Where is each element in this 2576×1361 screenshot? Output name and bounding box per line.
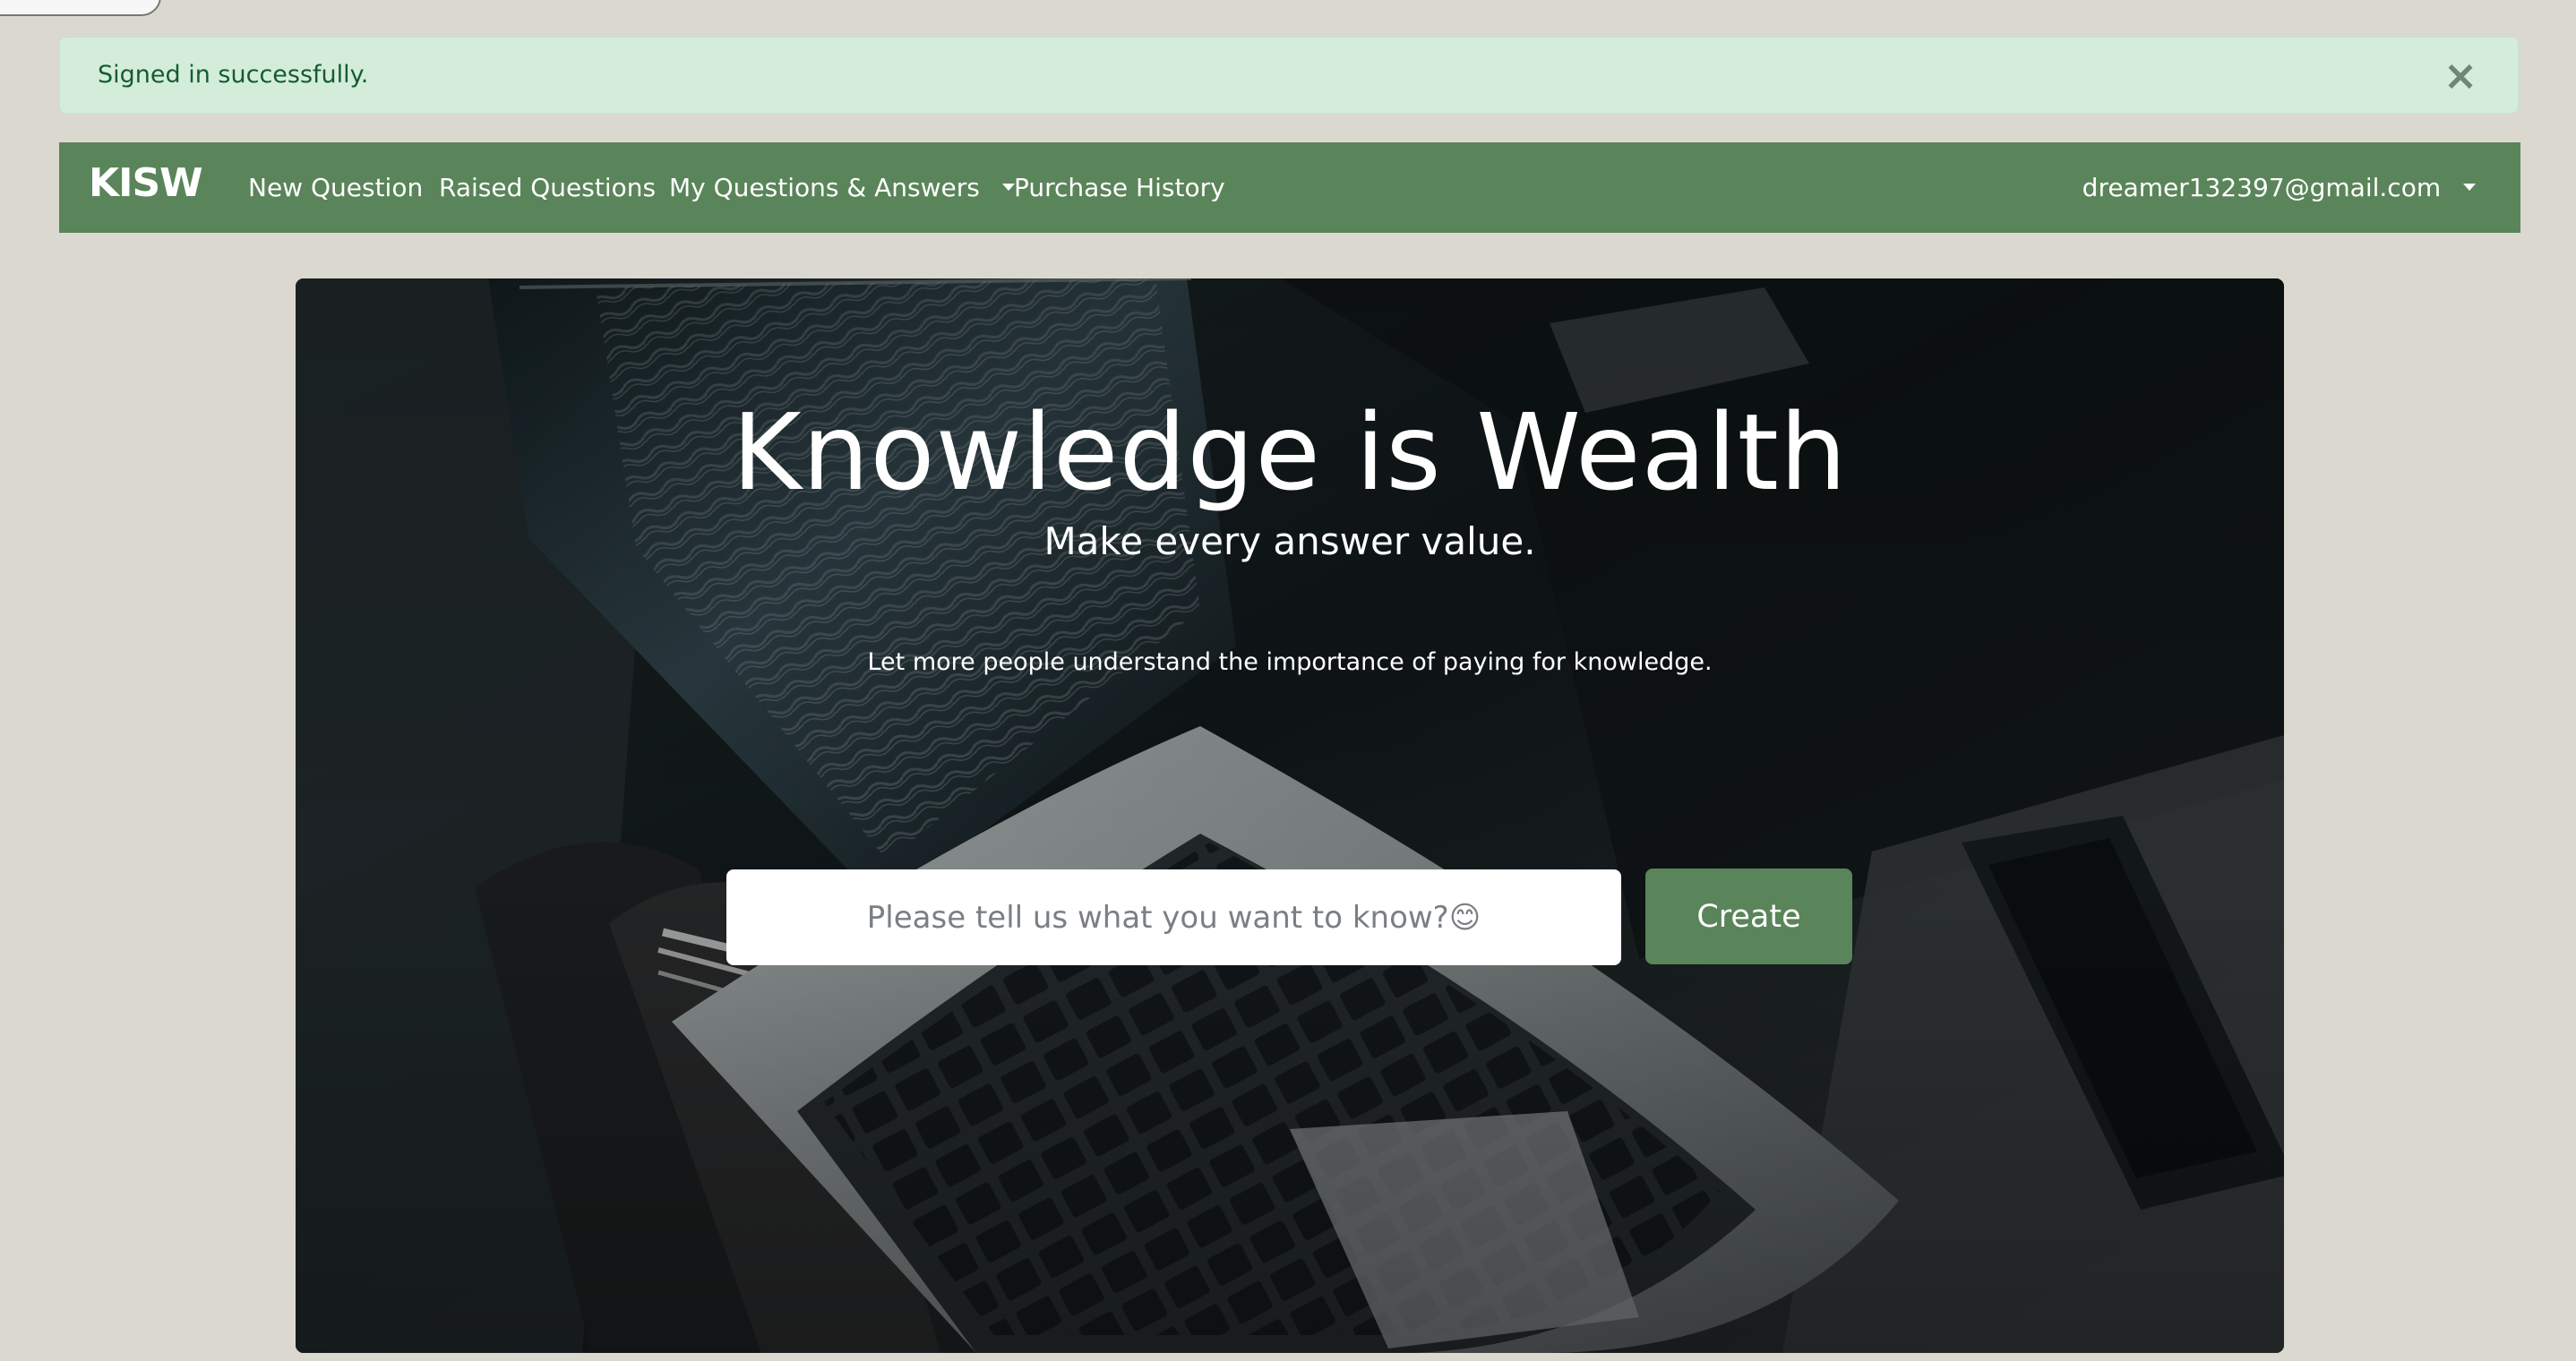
hero-title: Knowledge is Wealth: [732, 390, 1848, 514]
user-account-dropdown[interactable]: dreamer132397@gmail.com: [2082, 173, 2476, 202]
chevron-down-icon: [2463, 184, 2476, 191]
hero-subtitle: Make every answer value.: [1043, 519, 1536, 563]
chevron-down-icon: [1001, 184, 1015, 191]
alert-message: Signed in successfully.: [98, 61, 369, 89]
question-input[interactable]: [726, 869, 1621, 965]
top-left-window-fragment: [0, 0, 161, 16]
nav-new-question[interactable]: New Question: [248, 173, 423, 202]
brand-logo[interactable]: KISW: [89, 160, 203, 206]
nav-my-questions-answers-dropdown[interactable]: My Questions & Answers: [669, 173, 1015, 202]
main-navbar: KISW New Question Raised Questions My Qu…: [59, 142, 2520, 233]
nav-raised-questions[interactable]: Raised Questions: [439, 173, 656, 202]
hero-description: Let more people understand the importanc…: [867, 648, 1713, 676]
create-question-button[interactable]: Create: [1645, 869, 1852, 964]
nav-purchase-history[interactable]: Purchase History: [1014, 173, 1225, 202]
close-icon[interactable]: ×: [2441, 55, 2480, 96]
nav-new-question-label: New Question: [248, 173, 424, 202]
success-alert: Signed in successfully. ×: [59, 37, 2519, 114]
nav-purchase-history-label: Purchase History: [1014, 173, 1225, 202]
nav-my-questions-answers-label: My Questions & Answers: [669, 173, 980, 202]
user-email: dreamer132397@gmail.com: [2082, 173, 2442, 202]
hero-banner: Knowledge is Wealth Make every answer va…: [296, 278, 2284, 1353]
nav-raised-questions-label: Raised Questions: [439, 173, 657, 202]
